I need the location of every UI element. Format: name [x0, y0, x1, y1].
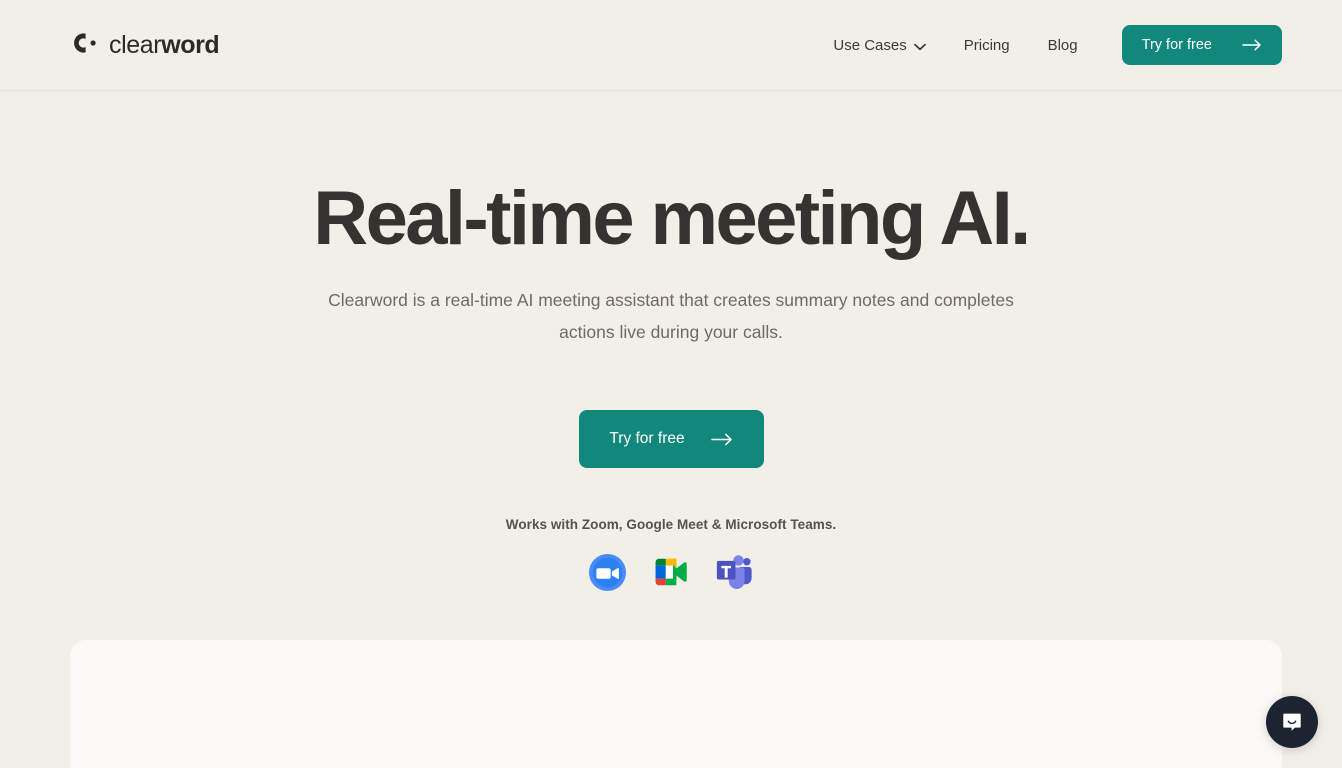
integration-logos: [586, 551, 756, 593]
brand-wordmark: clearword: [109, 30, 220, 59]
hero-try-for-free-button[interactable]: Try for free: [578, 410, 764, 469]
microsoft-teams-logo-icon: [714, 551, 756, 593]
brand-logo[interactable]: clearword: [68, 30, 220, 61]
page-title: Real-time meeting AI.: [313, 176, 1031, 261]
zoom-logo-icon: [586, 551, 628, 593]
arrow-right-icon: [710, 433, 733, 446]
main-navigation: Use Cases Pricing Blog Try for free: [833, 25, 1282, 65]
arrow-right-icon: [1242, 39, 1262, 51]
hero-preview-card: [70, 640, 1282, 768]
google-meet-logo-icon: [650, 551, 692, 593]
nav-item-blog[interactable]: Blog: [1048, 29, 1078, 62]
site-header: clearword Use Cases Pricing Blog Try for…: [0, 0, 1342, 91]
nav-item-blog-label: Blog: [1047, 36, 1078, 54]
intercom-chat-icon: [1279, 709, 1305, 735]
clearword-c-dot-logo-icon: [68, 30, 98, 61]
header-try-for-free-label: Try for free: [1141, 37, 1212, 53]
header-try-for-free-button[interactable]: Try for free: [1121, 25, 1282, 65]
brand-name-bold: word: [161, 30, 220, 59]
nav-item-pricing-label: Pricing: [963, 36, 1010, 54]
hero-try-for-free-label: Try for free: [609, 430, 685, 448]
intercom-chat-launcher-button[interactable]: [1266, 696, 1318, 748]
works-with-label: Works with Zoom, Google Meet & Microsoft…: [505, 517, 837, 533]
brand-name-light: clear: [109, 30, 162, 59]
nav-item-use-cases[interactable]: Use Cases: [833, 28, 926, 63]
hero-subtitle: Clearword is a real-time AI meeting assi…: [328, 289, 1014, 342]
chevron-down-icon: [913, 38, 926, 55]
nav-item-pricing[interactable]: Pricing: [964, 29, 1010, 62]
nav-item-use-cases-label: Use Cases: [833, 36, 907, 54]
hero-section: Real-time meeting AI. Clearword is a rea…: [0, 91, 1342, 593]
